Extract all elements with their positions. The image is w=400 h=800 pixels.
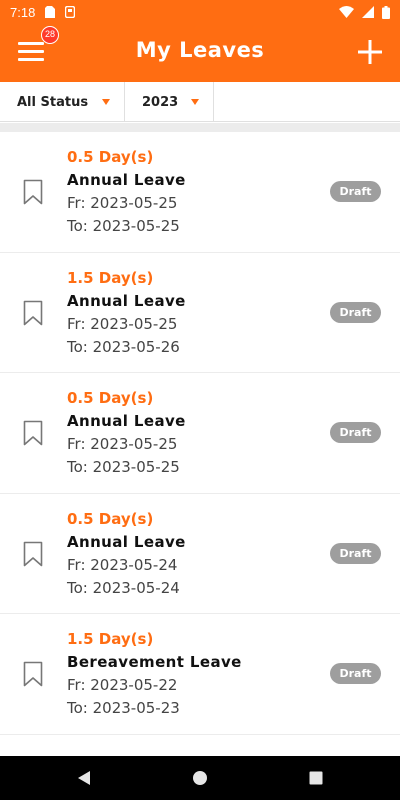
battery-icon [382,5,390,19]
leave-list-item[interactable]: 1.5 Day(s) Annual Leave Fr: 2023-05-25 T… [0,253,400,373]
add-leave-button[interactable] [357,39,383,65]
status-badge: Draft [330,422,381,443]
sim-card-icon [45,6,56,18]
signal-icon [362,6,374,18]
leave-to-date: To: 2023-05-23 [67,699,180,717]
recents-icon[interactable] [308,770,324,786]
bookmark-icon[interactable] [23,420,43,446]
leave-type: Annual Leave [67,532,186,551]
storage-icon [65,6,76,18]
status-filter-dropdown[interactable]: All Status [0,82,125,122]
dropdown-caret-icon [191,99,199,105]
leave-from-date: Fr: 2023-05-25 [67,435,178,453]
leave-to-date: To: 2023-05-25 [67,458,180,476]
status-badge: Draft [330,301,381,323]
leave-days: 0.5 Day(s) [67,509,154,528]
leave-to-date: To: 2023-05-24 [67,578,180,597]
leave-days: 0.5 Day(s) [67,148,154,166]
leave-list: 0.5 Day(s) Annual Leave Fr: 2023-05-25 T… [0,132,400,735]
bookmark-icon[interactable] [23,179,43,205]
leave-to-date: To: 2023-05-25 [67,217,180,235]
leave-type: Annual Leave [67,412,186,430]
leave-type: Bereavement Leave [67,653,242,671]
status-time: 7:18 [10,4,36,20]
leave-from-date: Fr: 2023-05-24 [67,555,178,574]
year-filter-dropdown[interactable]: 2023 [125,82,214,122]
status-badge: Draft [330,663,381,684]
leave-list-item[interactable]: 0.5 Day(s) Annual Leave Fr: 2023-05-25 T… [0,373,400,494]
leave-list-item[interactable]: 1.5 Day(s) Bereavement Leave Fr: 2023-05… [0,614,400,735]
leave-days: 1.5 Day(s) [67,630,154,648]
leave-list-item[interactable]: 0.5 Day(s) Annual Leave Fr: 2023-05-24 T… [0,494,400,614]
filter-bar: All Status 2023 [0,82,400,122]
leave-from-date: Fr: 2023-05-25 [67,314,178,333]
dropdown-caret-icon [102,99,110,105]
status-badge: Draft [330,181,381,202]
leave-to-date: To: 2023-05-26 [67,337,180,356]
leave-days: 1.5 Day(s) [67,268,154,287]
bookmark-icon[interactable] [23,541,43,567]
status-bar: 7:18 [0,0,400,24]
app-bar: 28 My Leaves [0,24,400,82]
year-filter-label: 2023 [142,94,179,110]
status-filter-label: All Status [17,94,89,110]
bookmark-icon[interactable] [23,661,43,687]
system-nav-bar [0,756,400,800]
wifi-icon [339,6,354,18]
leave-type: Annual Leave [67,171,186,189]
home-icon[interactable] [192,770,208,786]
leave-from-date: Fr: 2023-05-22 [67,676,178,694]
status-badge: Draft [330,542,381,564]
leave-type: Annual Leave [67,291,186,310]
bookmark-icon[interactable] [23,300,43,326]
list-divider [0,123,400,132]
leave-days: 0.5 Day(s) [67,389,154,407]
leave-list-item[interactable]: 0.5 Day(s) Annual Leave Fr: 2023-05-25 T… [0,132,400,253]
leave-from-date: Fr: 2023-05-25 [67,194,178,212]
back-icon[interactable] [76,770,92,786]
page-title: My Leaves [135,38,265,62]
